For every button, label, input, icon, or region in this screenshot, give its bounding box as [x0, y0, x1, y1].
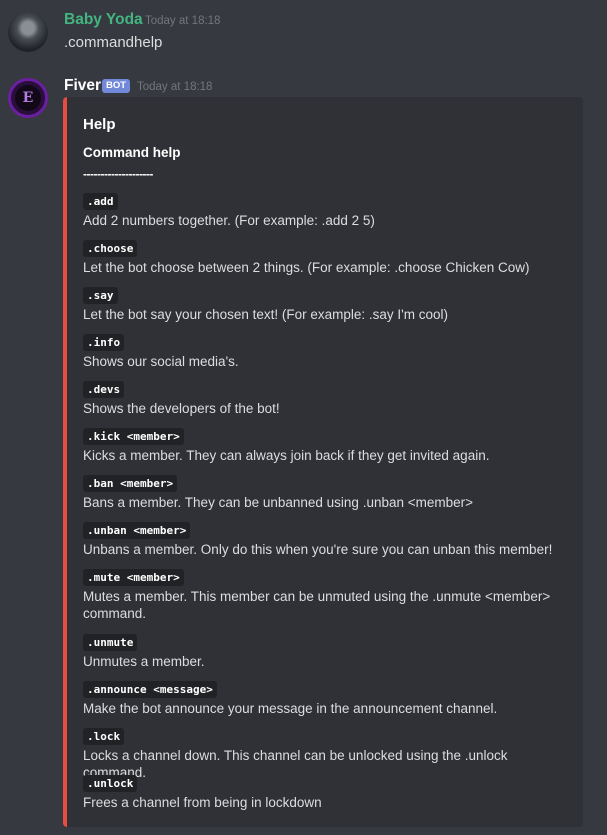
command-description: Mutes a member. This member can be unmut… [83, 589, 551, 621]
command-description: Locks a channel down. This channel can b… [83, 748, 508, 780]
command-description: Unmutes a member. [83, 654, 205, 669]
command-code: .kick <member> [83, 428, 184, 445]
bot-avatar-letter: E [15, 85, 41, 111]
command-description: Add 2 numbers together. (For example: .a… [83, 213, 375, 228]
command-description: Frees a channel from being in lockdown [83, 795, 322, 810]
command-description: Kicks a member. They can always join bac… [83, 448, 490, 463]
command-description: Let the bot say your chosen text! (For e… [83, 307, 448, 322]
embed-subtitle: Command help [83, 145, 181, 160]
command-description: Let the bot choose between 2 things. (Fo… [83, 260, 530, 275]
command-code: .mute <member> [83, 569, 184, 586]
message-timestamp: Today at 18:18 [137, 81, 213, 93]
command-description: Shows the developers of the bot! [83, 401, 280, 416]
command-code: .choose [83, 240, 138, 257]
bot-badge: BOT [102, 79, 131, 93]
command-code: .unlock [83, 775, 138, 792]
command-code: .lock [83, 728, 125, 745]
scrollbar[interactable] [603, 0, 607, 835]
message-baby-yoda: Baby Yoda Today at 18:18 .commandhelp [0, 0, 607, 70]
command-code: .add [83, 193, 118, 210]
user-avatar[interactable] [8, 12, 48, 52]
command-description: Bans a member. They can be unbanned usin… [83, 495, 474, 510]
command-code: .devs [83, 381, 125, 398]
author-name[interactable]: Fiver [64, 77, 101, 95]
embed-title: Help [83, 116, 116, 133]
command-code: .say [83, 287, 118, 304]
command-description: Make the bot announce your message in th… [83, 701, 498, 716]
help-embed: Help Command help -------------------- .… [63, 97, 583, 827]
command-code: .unban <member> [83, 522, 191, 539]
embed-separator: -------------------- [83, 167, 153, 181]
command-code: .unmute [83, 634, 138, 651]
message-timestamp: Today at 18:18 [145, 15, 221, 27]
command-description: Unbans a member. Only do this when you'r… [83, 542, 553, 557]
command-description: Shows our social media's. [83, 354, 239, 369]
command-code: .announce <message> [83, 681, 217, 698]
author-name[interactable]: Baby Yoda [64, 11, 143, 29]
command-code: .ban <member> [83, 475, 178, 492]
bot-avatar[interactable]: E [8, 78, 48, 118]
message-text: .commandhelp [64, 34, 163, 51]
command-code: .info [83, 334, 125, 351]
